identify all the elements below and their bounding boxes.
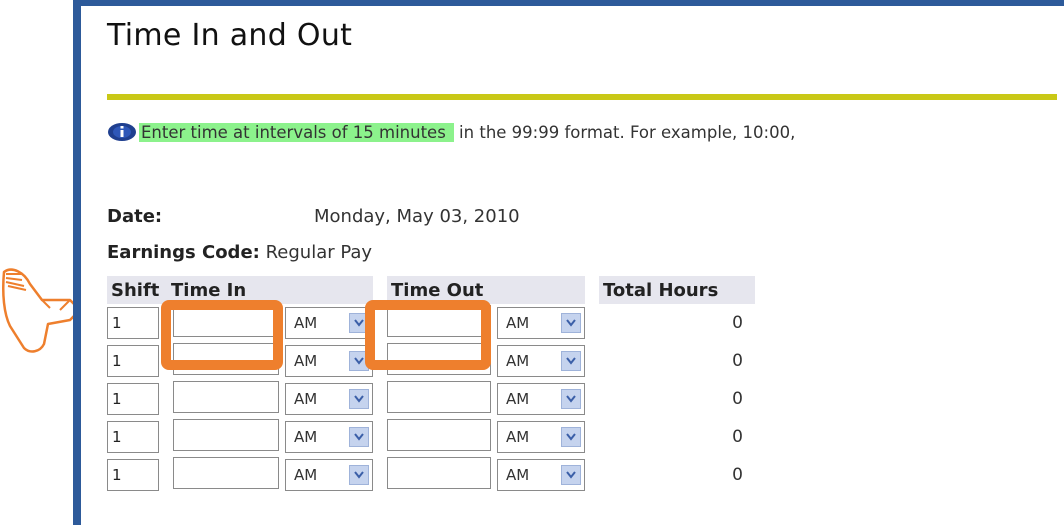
date-label: Date: xyxy=(107,206,163,227)
time-in-ampm-value: AM xyxy=(294,314,318,332)
chevron-down-icon[interactable] xyxy=(349,427,369,447)
time-in-ampm-value: AM xyxy=(294,390,318,408)
time-in-ampm-value: AM xyxy=(294,466,318,484)
time-entry-panel: Time In and Out Enter time at intervals … xyxy=(73,0,1064,525)
chevron-down-icon[interactable] xyxy=(561,351,581,371)
time-out-ampm-select[interactable]: AM xyxy=(497,345,585,377)
time-in-input[interactable] xyxy=(173,457,279,489)
page-title: Time In and Out xyxy=(107,18,353,53)
info-text: Enter time at intervals of 15 minutes in… xyxy=(139,118,795,148)
time-in-input[interactable] xyxy=(173,381,279,413)
chevron-down-icon[interactable] xyxy=(561,427,581,447)
earnings-code-label: Earnings Code: xyxy=(107,242,260,263)
chevron-down-icon[interactable] xyxy=(349,465,369,485)
date-value: Monday, May 03, 2010 xyxy=(314,206,520,227)
time-out-ampm-select[interactable]: AM xyxy=(497,383,585,415)
time-in-ampm-select[interactable]: AM xyxy=(285,421,373,453)
time-in-ampm-select[interactable]: AM xyxy=(285,383,373,415)
time-out-input[interactable] xyxy=(387,419,491,451)
time-out-input[interactable] xyxy=(387,381,491,413)
shift-input[interactable]: 1 xyxy=(107,345,159,377)
chevron-down-icon[interactable] xyxy=(561,389,581,409)
total-hours-value: 0 xyxy=(732,313,743,333)
time-in-ampm-select[interactable]: AM xyxy=(285,459,373,491)
hand-pointer-icon xyxy=(2,268,82,353)
title-divider xyxy=(107,94,1057,100)
time-out-ampm-value: AM xyxy=(506,466,530,484)
info-rest-text: in the 99:99 format. For example, 10:00, xyxy=(453,123,796,142)
chevron-down-icon[interactable] xyxy=(561,465,581,485)
time-in-input[interactable] xyxy=(173,419,279,451)
time-in-ampm-select[interactable]: AM xyxy=(285,345,373,377)
table-row: 1 AM AM 0 xyxy=(107,456,755,494)
date-field: Date: Monday, May 03, 2010 xyxy=(107,206,520,227)
time-out-ampm-select[interactable]: AM xyxy=(497,459,585,491)
time-out-ampm-value: AM xyxy=(506,314,530,332)
shift-input[interactable]: 1 xyxy=(107,421,159,453)
time-out-ampm-select[interactable]: AM xyxy=(497,307,585,339)
time-out-callout xyxy=(365,300,491,370)
table-row: 1 AM AM 0 xyxy=(107,418,755,456)
time-out-ampm-value: AM xyxy=(506,390,530,408)
time-in-ampm-value: AM xyxy=(294,428,318,446)
total-hours-value: 0 xyxy=(732,351,743,371)
time-out-input[interactable] xyxy=(387,457,491,489)
time-in-ampm-value: AM xyxy=(294,352,318,370)
time-out-ampm-select[interactable]: AM xyxy=(497,421,585,453)
table-row: 1 AM AM 0 xyxy=(107,380,755,418)
shift-input[interactable]: 1 xyxy=(107,459,159,491)
time-out-ampm-value: AM xyxy=(506,352,530,370)
chevron-down-icon[interactable] xyxy=(561,313,581,333)
time-in-ampm-select[interactable]: AM xyxy=(285,307,373,339)
info-icon xyxy=(108,123,136,141)
time-out-ampm-value: AM xyxy=(506,428,530,446)
shift-input[interactable]: 1 xyxy=(107,383,159,415)
total-hours-value: 0 xyxy=(732,427,743,447)
earnings-code-value: Regular Pay xyxy=(265,242,373,263)
total-hours-value: 0 xyxy=(732,465,743,485)
time-in-callout xyxy=(161,300,283,370)
chevron-down-icon[interactable] xyxy=(349,389,369,409)
header-shift: Shift xyxy=(107,276,167,304)
total-hours-value: 0 xyxy=(732,389,743,409)
shift-input[interactable]: 1 xyxy=(107,307,159,339)
header-total-hours: Total Hours xyxy=(599,276,755,304)
info-highlighted-text: Enter time at intervals of 15 minutes xyxy=(139,123,454,142)
earnings-code-field: Earnings Code: Regular Pay xyxy=(107,242,372,263)
